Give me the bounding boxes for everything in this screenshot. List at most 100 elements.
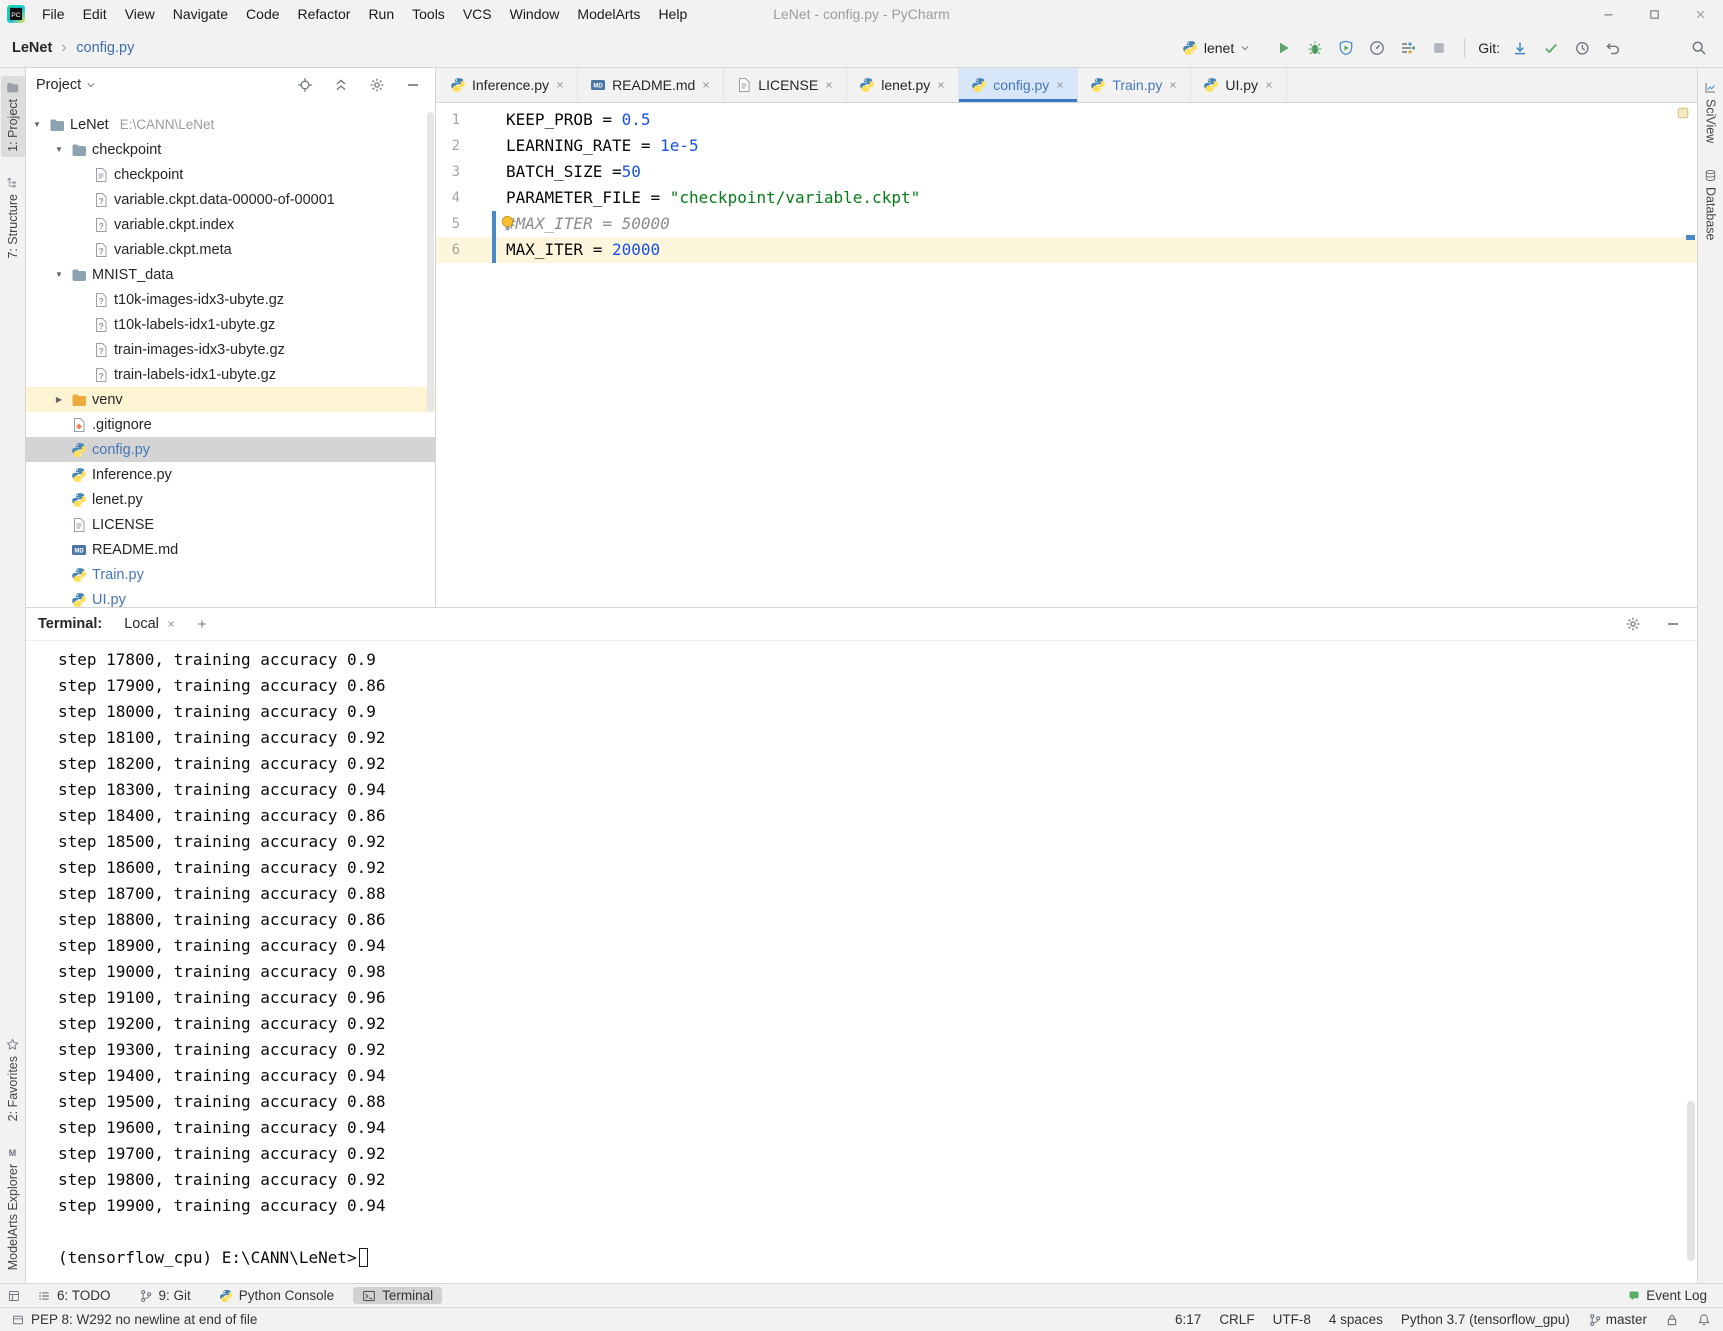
tree-item-variable-ckpt-index[interactable]: ? variable.ckpt.index xyxy=(26,212,435,237)
code-line-5[interactable]: 5 #MAX_ITER = 50000 xyxy=(436,211,1697,237)
stripe-7-structure[interactable]: 7: Structure xyxy=(1,171,25,264)
tree-item-lenet[interactable]: ▼ LeNet E:\CANN\LeNet xyxy=(26,112,435,137)
stripe-1-project[interactable]: 1: Project xyxy=(0,76,25,157)
git-update-button[interactable] xyxy=(1508,36,1532,60)
minimize-button[interactable] xyxy=(1585,0,1631,28)
stripe-modelarts-explorer[interactable]: M ModelArts Explorer xyxy=(1,1141,25,1275)
tree-item-checkpoint[interactable]: ▼ checkpoint xyxy=(26,137,435,162)
run-configuration-select[interactable]: lenet xyxy=(1175,37,1257,59)
coverage-button[interactable] xyxy=(1334,36,1358,60)
menu-window[interactable]: Window xyxy=(501,0,569,28)
tree-item-config-py[interactable]: config.py xyxy=(26,437,435,462)
project-scrollbar[interactable] xyxy=(427,112,434,412)
code-line-1[interactable]: 1 KEEP_PROB = 0.5 xyxy=(436,107,1697,133)
status-crlf[interactable]: CRLF xyxy=(1219,1312,1254,1327)
profiler-button[interactable] xyxy=(1365,36,1389,60)
tree-item-gitignore[interactable]: .gitignore xyxy=(26,412,435,437)
status-4-spaces[interactable]: 4 spaces xyxy=(1329,1312,1383,1327)
inspections-widget-icon[interactable] xyxy=(1676,106,1690,120)
toolwindow-9-git[interactable]: 9: Git xyxy=(130,1287,200,1304)
debug-button[interactable] xyxy=(1303,36,1327,60)
terminal-scrollbar[interactable] xyxy=(1687,1101,1695,1261)
toolwindow-6-todo[interactable]: 6: TODO xyxy=(28,1287,120,1304)
editor[interactable]: 1 KEEP_PROB = 0.5 2 LEARNING_RATE = 1e-5 3 BA… xyxy=(436,103,1697,607)
run-button[interactable] xyxy=(1272,36,1296,60)
git-commit-button[interactable] xyxy=(1539,36,1563,60)
toolwindow-switcher-icon[interactable] xyxy=(8,1290,20,1302)
status-message-area[interactable]: PEP 8: W292 no newline at end of file xyxy=(12,1312,257,1327)
tree-item-t10k-labels-idx1-ubyte-gz[interactable]: ? t10k-labels-idx1-ubyte.gz xyxy=(26,312,435,337)
event-log-button[interactable]: Event Log xyxy=(1628,1288,1715,1303)
menu-tools[interactable]: Tools xyxy=(403,0,454,28)
git-history-button[interactable] xyxy=(1570,36,1594,60)
locate-button[interactable] xyxy=(293,73,317,97)
menu-file[interactable]: File xyxy=(33,0,74,28)
tree-item-train-py[interactable]: Train.py xyxy=(26,562,435,587)
tree-item-lenet-py[interactable]: lenet.py xyxy=(26,487,435,512)
tab-inference-py[interactable]: Inference.py xyxy=(438,68,579,102)
tab-readme-md[interactable]: MD README.md xyxy=(578,68,725,102)
stripe-database[interactable]: Database xyxy=(1699,164,1723,246)
tree-item-ui-py[interactable]: UI.py xyxy=(26,587,435,607)
menu-edit[interactable]: Edit xyxy=(74,0,116,28)
menu-refactor[interactable]: Refactor xyxy=(289,0,360,28)
menu-view[interactable]: View xyxy=(116,0,164,28)
git-branch-widget[interactable]: master xyxy=(1588,1312,1647,1327)
tab-train-py[interactable]: Train.py xyxy=(1078,68,1192,102)
menu-modelarts[interactable]: ModelArts xyxy=(568,0,649,28)
tree-item-train-images-idx3-ubyte-gz[interactable]: ? train-images-idx3-ubyte.gz xyxy=(26,337,435,362)
tree-item-readme-md[interactable]: MD README.md xyxy=(26,537,435,562)
menu-vcs[interactable]: VCS xyxy=(454,0,501,28)
tree-item-variable-ckpt-meta[interactable]: ? variable.ckpt.meta xyxy=(26,237,435,262)
code-line-2[interactable]: 2 LEARNING_RATE = 1e-5 xyxy=(436,133,1697,159)
stop-button[interactable] xyxy=(1427,36,1451,60)
tree-item-checkpoint[interactable]: checkpoint xyxy=(26,162,435,187)
terminal-output[interactable]: step 17800, training accuracy 0.9 step 17… xyxy=(26,641,1697,1283)
terminal-tab-local[interactable]: Local xyxy=(118,608,182,640)
maximize-button[interactable] xyxy=(1631,0,1677,28)
tree-item-inference-py[interactable]: Inference.py xyxy=(26,462,435,487)
tree-item-venv[interactable]: ▶ venv xyxy=(26,387,435,412)
menu-run[interactable]: Run xyxy=(359,0,403,28)
terminal-hide-button[interactable] xyxy=(1661,612,1685,636)
lock-icon[interactable] xyxy=(1665,1313,1679,1327)
code-line-3[interactable]: 3 BATCH_SIZE =50 xyxy=(436,159,1697,185)
menu-navigate[interactable]: Navigate xyxy=(164,0,237,28)
code-line-6[interactable]: 6 MAX_ITER = 20000 xyxy=(436,237,1697,263)
toolwindow-terminal[interactable]: Terminal xyxy=(353,1287,443,1304)
menu-code[interactable]: Code xyxy=(237,0,288,28)
status-utf-8[interactable]: UTF-8 xyxy=(1273,1312,1311,1327)
tab-license[interactable]: LICENSE xyxy=(724,68,848,102)
tree-item-mnist-data[interactable]: ▼ MNIST_data xyxy=(26,262,435,287)
tab-ui-py[interactable]: UI.py xyxy=(1191,68,1288,102)
status-6-17[interactable]: 6:17 xyxy=(1175,1312,1201,1327)
hide-button[interactable] xyxy=(401,73,425,97)
stripe-sciview[interactable]: SciView xyxy=(1699,76,1723,148)
tab-config-py[interactable]: config.py xyxy=(959,68,1079,102)
new-terminal-session-button[interactable] xyxy=(190,612,214,636)
close-button[interactable] xyxy=(1677,0,1723,28)
tree-item-license[interactable]: LICENSE xyxy=(26,512,435,537)
git-rollback-button[interactable] xyxy=(1601,36,1625,60)
project-view-selector[interactable]: Project xyxy=(36,77,96,93)
collapse-all-button[interactable] xyxy=(329,73,353,97)
tree-item-train-labels-idx1-ubyte-gz[interactable]: ? train-labels-idx1-ubyte.gz xyxy=(26,362,435,387)
tab-lenet-py[interactable]: lenet.py xyxy=(847,68,960,102)
breadcrumb-project[interactable]: LeNet xyxy=(12,40,52,56)
concurrency-button[interactable] xyxy=(1396,36,1420,60)
bell-icon[interactable] xyxy=(1697,1313,1711,1327)
toolwindow-python-console[interactable]: Python Console xyxy=(210,1287,343,1304)
gear-button[interactable] xyxy=(365,73,389,97)
stripe-2-favorites[interactable]: 2: Favorites xyxy=(1,1033,25,1126)
code-line-4[interactable]: 4 PARAMETER_FILE = "checkpoint/variable.c… xyxy=(436,185,1697,211)
tree-right-arrow-icon: ▶ xyxy=(55,395,63,404)
status-python-3-7-tensorflow-gpu[interactable]: Python 3.7 (tensorflow_gpu) xyxy=(1401,1312,1570,1327)
tree-item-variable-ckpt-data-00000-of-00001[interactable]: ? variable.ckpt.data-00000-of-00001 xyxy=(26,187,435,212)
search-everywhere-button[interactable] xyxy=(1687,36,1711,60)
menu-help[interactable]: Help xyxy=(649,0,696,28)
terminal-settings-button[interactable] xyxy=(1621,612,1645,636)
tree-item-t10k-images-idx3-ubyte-gz[interactable]: ? t10k-images-idx3-ubyte.gz xyxy=(26,287,435,312)
close-icon[interactable] xyxy=(166,619,176,629)
breadcrumb-file[interactable]: config.py xyxy=(76,40,134,56)
bulb-icon[interactable] xyxy=(498,214,517,233)
